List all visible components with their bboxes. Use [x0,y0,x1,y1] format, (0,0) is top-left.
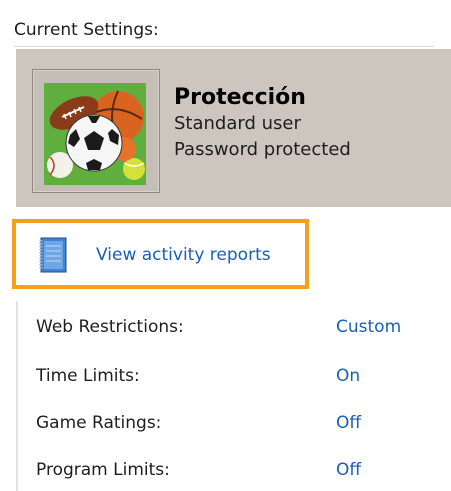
setting-row-web-restrictions: Web Restrictions: Custom [36,317,436,345]
web-restrictions-value-link[interactable]: Custom [336,317,401,337]
sports-balls-icon [44,83,146,185]
section-divider [14,46,434,47]
settings-divider [16,301,18,491]
user-panel: Protección Standard user Password protec… [16,49,451,207]
top-strip [0,0,451,13]
password-status: Password protected [174,139,351,160]
view-activity-reports-link[interactable]: View activity reports [96,245,271,265]
user-name: Protección [174,85,306,110]
program-limits-label: Program Limits: [36,460,170,480]
account-type: Standard user [174,113,301,134]
time-limits-label: Time Limits: [36,366,140,386]
program-limits-value-link[interactable]: Off [336,460,361,480]
game-ratings-label: Game Ratings: [36,413,162,433]
avatar-frame [32,69,160,193]
section-title: Current Settings: [14,20,159,40]
time-limits-value-link[interactable]: On [336,366,360,386]
web-restrictions-label: Web Restrictions: [36,317,184,337]
activity-reports-highlight: View activity reports [12,219,309,289]
setting-row-time-limits: Time Limits: On [36,366,436,394]
notebook-icon [38,237,68,273]
setting-row-program-limits: Program Limits: Off [36,460,436,488]
game-ratings-value-link[interactable]: Off [336,413,361,433]
setting-row-game-ratings: Game Ratings: Off [36,413,436,441]
